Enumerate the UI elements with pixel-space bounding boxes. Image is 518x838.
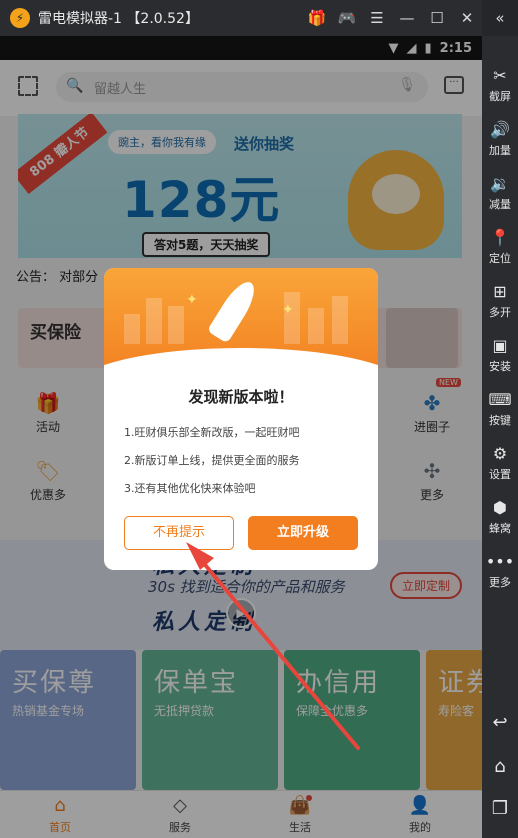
maximize-icon[interactable]: ☐	[422, 0, 452, 36]
recents-icon[interactable]: ❐	[482, 798, 518, 819]
emulator-window: ⚡ 雷电模拟器-1 【2.0.52】 🎁 🎮 ☰ — ☐ ✕ « ✂ 截屏 🔊 加量…	[0, 0, 518, 838]
sparkle-icon: ✦	[186, 292, 198, 308]
phone-screen: ▼ ◢ ▮ 2:15 🔍 留越人生 🎙 ··· 808 瓣人节 豌主，看你我有缘…	[0, 36, 482, 838]
multi-instance-button[interactable]: ⊞ 多开	[482, 282, 518, 320]
scissors-icon: ✂	[493, 66, 507, 85]
screenshot-button[interactable]: ✂ 截屏	[482, 66, 518, 104]
multi-instance-icon: ⊞	[493, 282, 507, 301]
volume-up-button[interactable]: 🔊 加量	[482, 120, 518, 158]
volume-up-icon: 🔊	[490, 120, 510, 139]
volume-down-icon: 🔉	[490, 174, 510, 193]
dialog-line: 3.还有其他优化快来体验吧	[124, 482, 256, 495]
dialog-line: 2.新版订单上线，提供更全面的服务	[124, 454, 300, 467]
sparkle-icon: ✦	[282, 302, 294, 318]
close-icon[interactable]: ✕	[452, 0, 482, 36]
title-bar: ⚡ 雷电模拟器-1 【2.0.52】 🎁 🎮 ☰ — ☐ ✕ «	[0, 0, 518, 36]
settings-button[interactable]: ⚙ 设置	[482, 444, 518, 482]
dialog-line: 1.旺财俱乐部全新改版，一起旺财吧	[124, 426, 300, 439]
cellular-icon: ⬢	[493, 498, 507, 517]
app-logo-icon: ⚡	[10, 8, 30, 28]
window-title: 雷电模拟器-1 【2.0.52】	[38, 11, 199, 27]
cellular-button[interactable]: ⬢ 蜂窝	[482, 498, 518, 536]
volume-down-button[interactable]: 🔉 减量	[482, 174, 518, 212]
home-icon[interactable]: ⌂	[482, 756, 518, 777]
emulator-toolbar: ✂ 截屏 🔊 加量 🔉 减量 📍 定位 ⊞ 多开 ▣ 安装 ⌨ 按键 ⚙ 设置 ⬢ 蜂窝 ••• 更…	[482, 36, 518, 838]
dialog-title: 发现新版本啦！	[188, 388, 294, 406]
more-button[interactable]: ••• 更多	[482, 552, 518, 590]
menu-icon[interactable]: ☰	[362, 0, 392, 36]
dismiss-button[interactable]: 不再提示	[124, 516, 234, 550]
apk-install-icon: ▣	[492, 336, 508, 355]
dialog-header-art: ✦ ✦	[104, 268, 378, 428]
upgrade-button[interactable]: 立即升级	[248, 516, 358, 550]
back-icon[interactable]: ↩	[482, 712, 518, 733]
gear-icon: ⚙	[492, 444, 508, 463]
keyboard-icon: ⌨	[488, 390, 512, 409]
gamepad-icon[interactable]: 🎮	[332, 0, 362, 36]
location-button[interactable]: 📍 定位	[482, 228, 518, 266]
rocket-icon	[206, 276, 262, 344]
minimize-icon[interactable]: —	[392, 0, 422, 36]
gift-icon[interactable]: 🎁	[302, 0, 332, 36]
update-dialog: ✦ ✦ 发现新版本啦！ 1.旺财俱乐部全新改版，一起旺财吧 2.新版订单上线，提…	[104, 268, 378, 570]
more-icon: •••	[485, 552, 515, 571]
apk-install-button[interactable]: ▣ 安装	[482, 336, 518, 374]
collapse-icon[interactable]: «	[482, 0, 518, 36]
location-icon: 📍	[490, 228, 510, 247]
keyboard-button[interactable]: ⌨ 按键	[482, 390, 518, 428]
